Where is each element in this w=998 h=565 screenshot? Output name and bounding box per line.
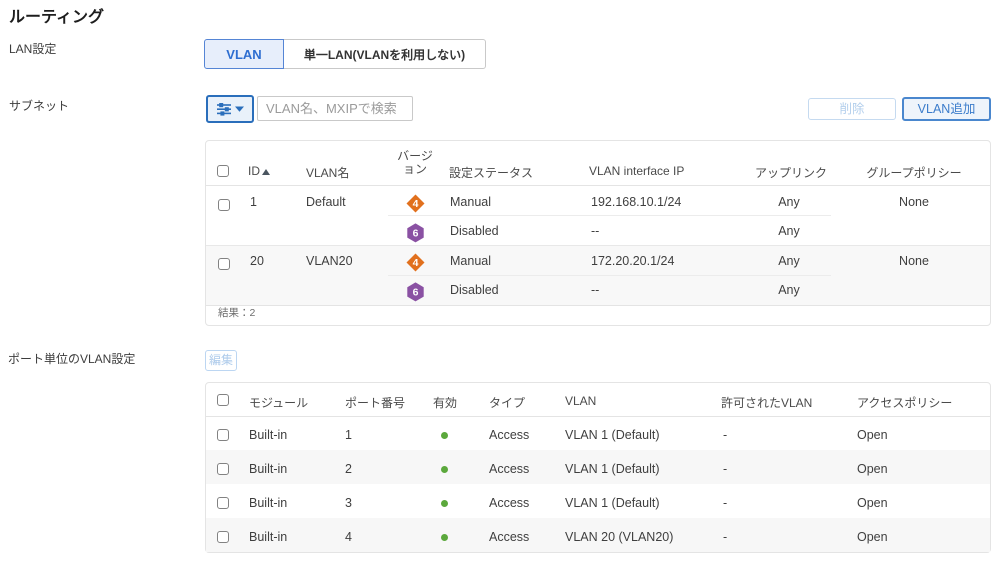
svg-text:6: 6: [412, 287, 418, 299]
svg-text:4: 4: [413, 257, 419, 269]
svg-text:4: 4: [413, 198, 419, 210]
svg-text:6: 6: [412, 228, 418, 240]
